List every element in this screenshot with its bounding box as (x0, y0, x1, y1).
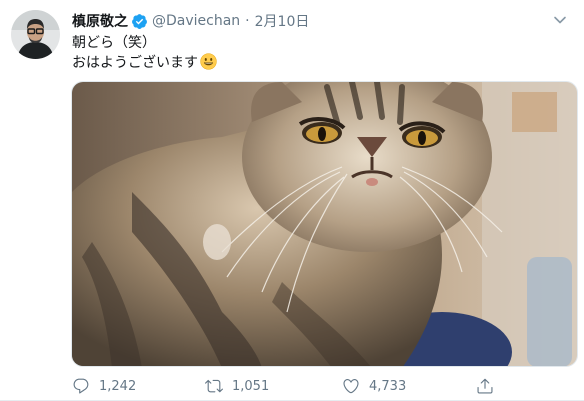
user-handle[interactable]: @Daviechan (152, 13, 240, 29)
avatar-image (11, 10, 60, 59)
share-button[interactable] (476, 375, 494, 397)
tweet-text-line-2: おはようございます (72, 55, 198, 71)
heart-icon (343, 379, 359, 394)
retweet-count: 1,051 (232, 378, 270, 394)
like-button[interactable]: 4,733 (342, 375, 406, 397)
reply-count: 1,242 (99, 378, 137, 394)
verified-badge-icon (131, 13, 148, 30)
like-count: 4,733 (369, 378, 407, 394)
chevron-down-icon[interactable] (553, 12, 567, 26)
cat-photo-image (72, 82, 577, 366)
reply-button[interactable]: 1,242 (72, 375, 136, 397)
tweet-text: 朝どら（笑） おはようございます (72, 34, 217, 73)
separator-dot: · (245, 13, 250, 29)
avatar[interactable] (11, 10, 60, 59)
retweet-button[interactable]: 1,051 (205, 375, 269, 397)
tweet-date[interactable]: 2月10日 (255, 11, 310, 31)
tweet-header: 槙原敬之 @Daviechan · 2月10日 (72, 10, 309, 32)
tweet-card[interactable]: 槙原敬之 @Daviechan · 2月10日 朝どら（笑） おはようございます (0, 0, 584, 401)
reply-icon (73, 378, 89, 394)
tweet-text-line-1: 朝どら（笑） (72, 35, 156, 51)
share-icon (477, 378, 493, 394)
display-name[interactable]: 槙原敬之 (72, 11, 128, 31)
tweet-text-line-2-wrap: おはようございます (72, 53, 217, 73)
grinning-face-icon (200, 53, 217, 70)
tweet-photo[interactable] (71, 81, 578, 367)
tweet-actions: 1,242 1,051 4,733 (72, 375, 512, 397)
retweet-icon (205, 379, 223, 393)
